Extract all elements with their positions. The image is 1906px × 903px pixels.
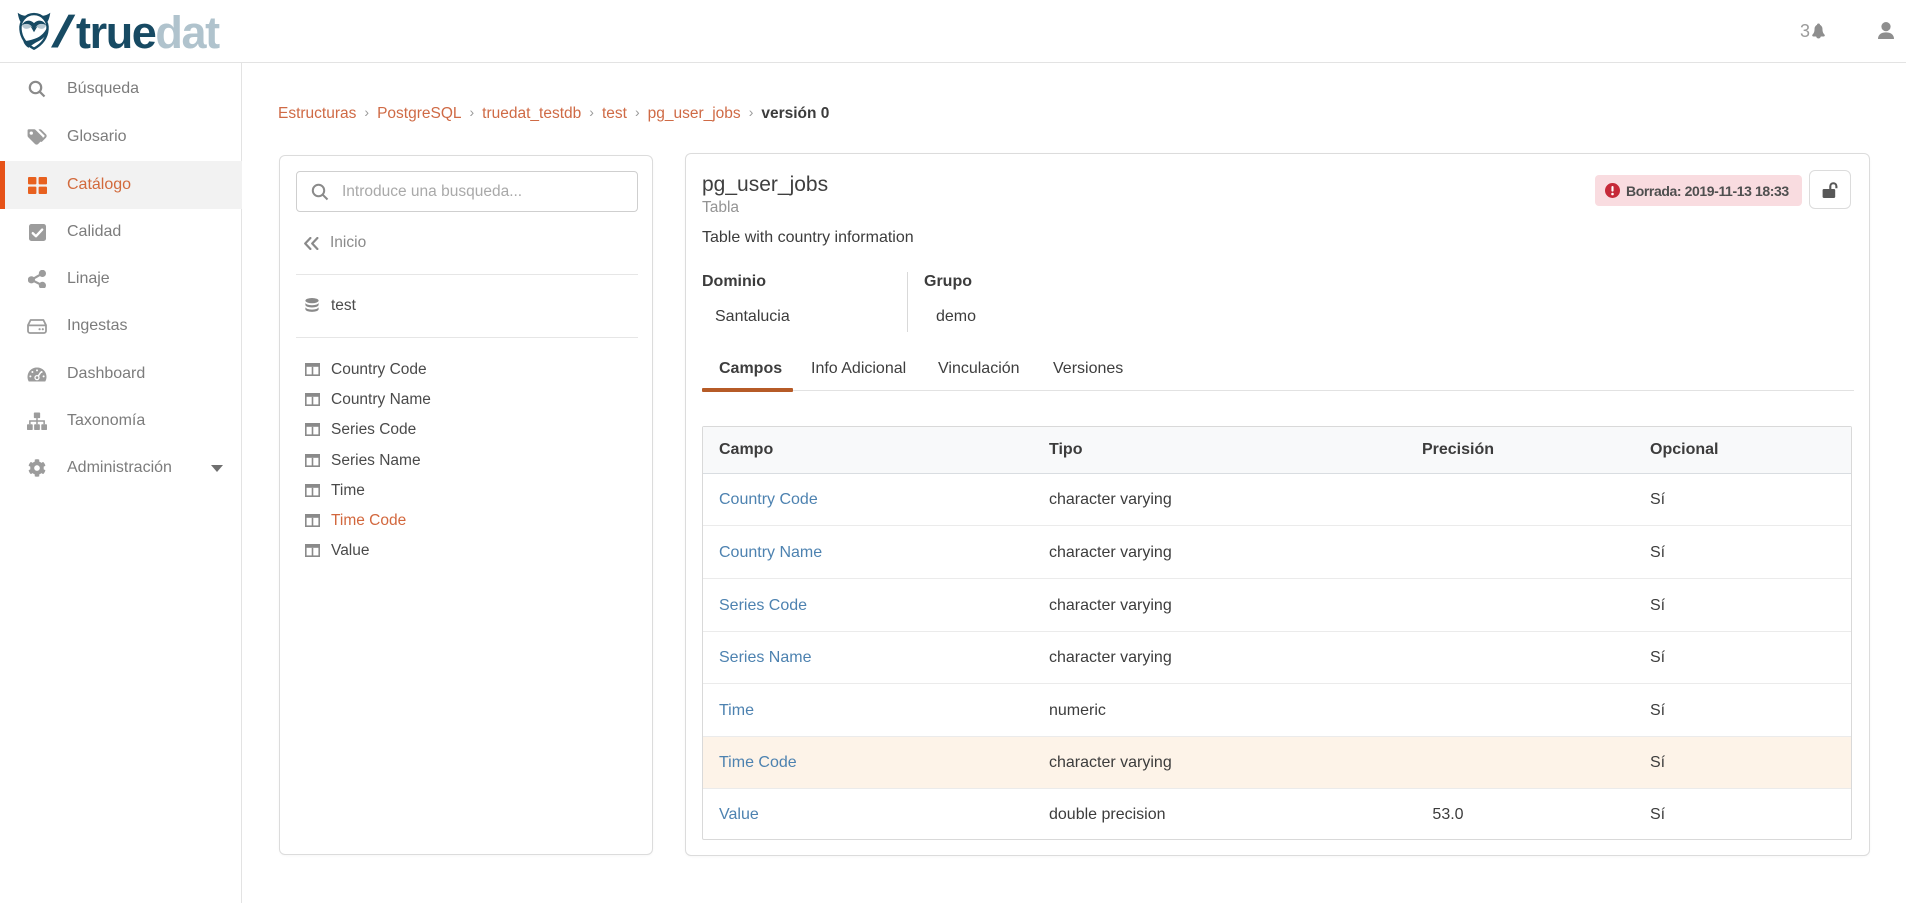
svg-text:truedat: truedat	[76, 7, 220, 58]
